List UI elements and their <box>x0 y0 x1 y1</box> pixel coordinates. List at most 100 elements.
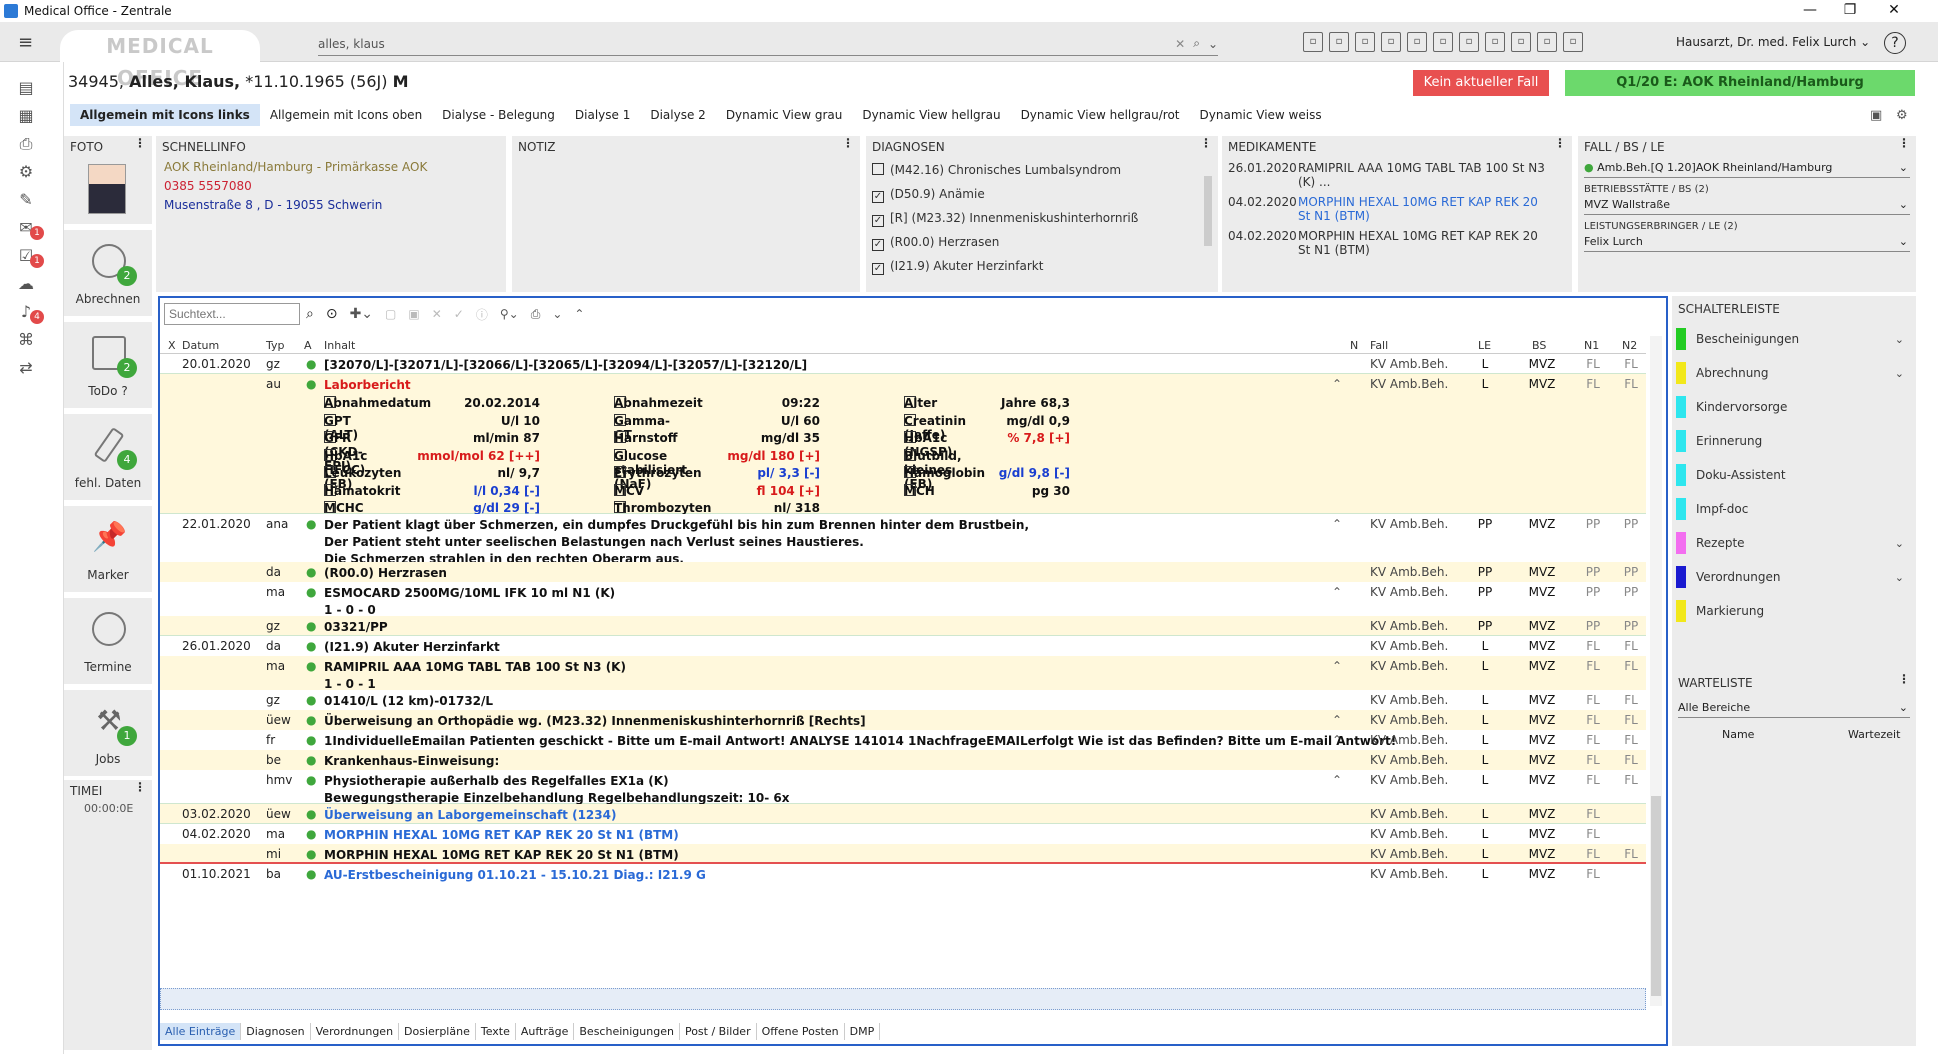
collapse-icon[interactable]: ⌃ <box>1332 377 1342 391</box>
filter-tab[interactable]: Verordnungen <box>311 1023 400 1040</box>
filter-tab[interactable]: Texte <box>476 1023 516 1040</box>
tab-view[interactable]: Dynamic View hellgrau <box>852 104 1010 126</box>
collapse-icon[interactable]: ⌃ <box>1332 733 1342 747</box>
more-icon[interactable]: ⋮ <box>1898 136 1910 150</box>
jobs-button[interactable]: ⚒ 1 Jobs <box>64 690 152 776</box>
bereich-select[interactable]: Alle Bereiche ⌄ <box>1678 698 1910 718</box>
schalter-item[interactable]: Abrechnung ⌄ <box>1672 356 1916 390</box>
table-row[interactable]: ma ● ESMOCARD 2500MG/10ML IFK 10 ml N1 (K)… <box>160 582 1646 617</box>
collapse-icon[interactable]: ⌃ <box>1332 713 1342 727</box>
table-row[interactable]: da ● (R00.0) Herzrasen KV Amb.Beh. PP MVZ PP PP <box>160 562 1646 582</box>
bs-select[interactable]: MVZ Wallstraße ⌄ <box>1584 195 1910 215</box>
settings-icon[interactable]: ⚙ <box>14 162 38 184</box>
table-row[interactable]: gz ● 01410/L (12 km)-01732/L KV Amb.Beh. L MV… <box>160 690 1646 710</box>
filter-icon[interactable]: ⚲⌄ <box>500 307 519 321</box>
table-row[interactable]: au ● Laborbericht ⌃ KV Amb.Beh. L MVZ FL FL Abnah… <box>160 374 1646 515</box>
filter-tab[interactable]: Offene Posten <box>757 1023 845 1040</box>
calendar-icon[interactable]: ▦ <box>14 106 38 128</box>
diagnosis-item[interactable]: ✓ (D50.9) Anämie <box>866 182 1218 206</box>
table-row[interactable]: 01.10.2021 ba ● AU-Erstbescheinigung 01.10.… <box>160 864 1646 884</box>
info-icon[interactable]: ⓘ <box>476 306 488 323</box>
more-icon[interactable]: ⋮ <box>842 136 854 150</box>
schalter-item[interactable]: Markierung <box>1672 594 1916 628</box>
filter-tab[interactable]: Bescheinigungen <box>574 1023 680 1040</box>
insurance-button[interactable]: Q1/20 E: AOK Rheinland/Hamburg <box>1565 70 1915 96</box>
tab-view[interactable]: Dynamic View grau <box>716 104 853 126</box>
settings-icon[interactable]: ⚙ <box>1896 108 1908 123</box>
table-row[interactable]: be ● Krankenhaus-Einweisung: KV Amb.Beh. L MV… <box>160 750 1646 770</box>
filter-tab[interactable]: Aufträge <box>516 1023 575 1040</box>
ear-icon[interactable]: ▫ <box>1355 32 1375 52</box>
checkbox[interactable]: ✓ <box>872 239 884 251</box>
col-datum[interactable]: Datum <box>182 339 219 352</box>
schalter-item[interactable]: Verordnungen ⌄ <box>1672 560 1916 594</box>
collapse-icon[interactable]: ⌃ <box>1332 659 1342 673</box>
medication-item[interactable]: 04.02.2020 MORPHIN HEXAL 10MG RET KAP REK… <box>1222 226 1552 260</box>
tab-view[interactable]: Allgemein mit Icons links <box>70 104 260 126</box>
scrollbar[interactable] <box>1204 176 1212 246</box>
tab-view[interactable]: Dynamic View hellgrau/rot <box>1011 104 1190 126</box>
col-fall[interactable]: Fall <box>1370 339 1388 352</box>
diagnosis-item[interactable]: ✓ [R] (M23.32) Innenmeniskushinterhornriß <box>866 206 1218 230</box>
tablet-icon[interactable]: ▫ <box>1563 32 1583 52</box>
more-icon[interactable]: ⋮ <box>134 136 146 150</box>
paste-icon[interactable]: ▣ <box>408 307 419 321</box>
zoom-icon[interactable]: ⊙ <box>326 306 338 322</box>
search-icon[interactable]: ⌕ <box>1193 36 1200 51</box>
col-n1[interactable]: N1 <box>1584 339 1599 352</box>
cloud-icon[interactable]: ☁ <box>14 274 38 296</box>
schalter-item[interactable]: Kindervorsorge <box>1672 390 1916 424</box>
cut-icon[interactable]: ✕ <box>432 307 442 321</box>
sync-icon[interactable]: ⇄ <box>14 358 38 380</box>
table-row[interactable]: 04.02.2020 ma ● MORPHIN HEXAL 10MG RET KAP … <box>160 824 1646 844</box>
chevron-down-icon[interactable]: ⌄ <box>1895 333 1904 346</box>
chevron-down-icon[interactable]: ⌄ <box>1895 367 1904 380</box>
filter-tab[interactable]: Post / Bilder <box>680 1023 757 1040</box>
add-icon[interactable]: ✚⌄ <box>350 306 373 322</box>
table-row[interactable]: gz ● 03321/PP KV Amb.Beh. PP MVZ PP PP <box>160 616 1646 636</box>
check-icon[interactable]: ✓ <box>454 307 464 321</box>
inbox-icon[interactable]: ✉ 1 <box>14 218 44 240</box>
filter-tab[interactable]: Dosierpläne <box>399 1023 476 1040</box>
form-icon[interactable]: ▫ <box>1303 32 1323 52</box>
more-icon[interactable]: ⋮ <box>1200 136 1212 150</box>
new-entry-row[interactable] <box>160 988 1646 1010</box>
more-icon[interactable]: ⋮ <box>1554 136 1566 150</box>
schalter-item[interactable]: Impf-doc <box>1672 492 1916 526</box>
col-n[interactable]: N <box>1350 339 1358 352</box>
schalter-item[interactable]: Erinnerung <box>1672 424 1916 458</box>
table-row[interactable]: 26.01.2020 da ● (I21.9) Akuter Herzinfarkt K… <box>160 636 1646 656</box>
schalter-item[interactable]: Doku-Assistent <box>1672 458 1916 492</box>
mail-icon[interactable]: ▫ <box>1485 32 1505 52</box>
checkbox[interactable]: ✓ <box>872 215 884 227</box>
pin-icon[interactable]: ✎ <box>14 190 38 212</box>
diagnosis-item[interactable]: ✓ (R00.0) Herzrasen <box>866 230 1218 254</box>
termine-button[interactable]: Termine <box>64 598 152 684</box>
patient-file-icon[interactable]: ▤ <box>14 78 38 100</box>
col-x[interactable]: X <box>168 339 176 352</box>
tasks-icon[interactable]: ☑ 1 <box>14 246 44 268</box>
document-icon[interactable]: ▫ <box>1407 32 1427 52</box>
col-n2[interactable]: N2 <box>1622 339 1637 352</box>
table-row[interactable]: hmv ● Physiotherapie außerhalb des Regelfa… <box>160 770 1646 805</box>
tab-view[interactable]: Dialyse - Belegung <box>432 104 565 126</box>
chat-icon[interactable]: ▫ <box>1537 32 1557 52</box>
checkbox[interactable]: ✓ <box>872 191 884 203</box>
collapse-icon[interactable]: ⌃ <box>1332 517 1342 531</box>
marker-button[interactable]: 📌 Marker <box>64 506 152 592</box>
todo-button[interactable]: 2 ToDo ? <box>64 322 152 408</box>
clear-search-icon[interactable]: ✕ <box>1175 37 1185 51</box>
table-row[interactable]: ma ● RAMIPRIL AAA 10MG TABL TAB 100 St N3 … <box>160 656 1646 691</box>
maximize-button[interactable]: ❐ <box>1830 0 1870 22</box>
col-typ[interactable]: Typ <box>266 339 285 352</box>
tab-view[interactable]: Allgemein mit Icons oben <box>260 104 432 126</box>
pen-icon[interactable]: ▫ <box>1459 32 1479 52</box>
hamburger-menu-icon[interactable]: ≡ <box>18 32 33 53</box>
abrechnen-button[interactable]: 2 Abrechnen <box>64 230 152 316</box>
chart-icon[interactable]: ▫ <box>1511 32 1531 52</box>
network-icon[interactable]: ⌘ <box>14 330 38 352</box>
global-search-input[interactable]: alles, klaus ✕ ⌕ ⌄ <box>318 32 1218 56</box>
scrollbar[interactable] <box>1650 336 1662 1006</box>
col-name[interactable]: Name <box>1722 728 1754 741</box>
table-row[interactable]: 20.01.2020 gz ● [32070/L]-[32071/L]-[32066/… <box>160 354 1646 374</box>
